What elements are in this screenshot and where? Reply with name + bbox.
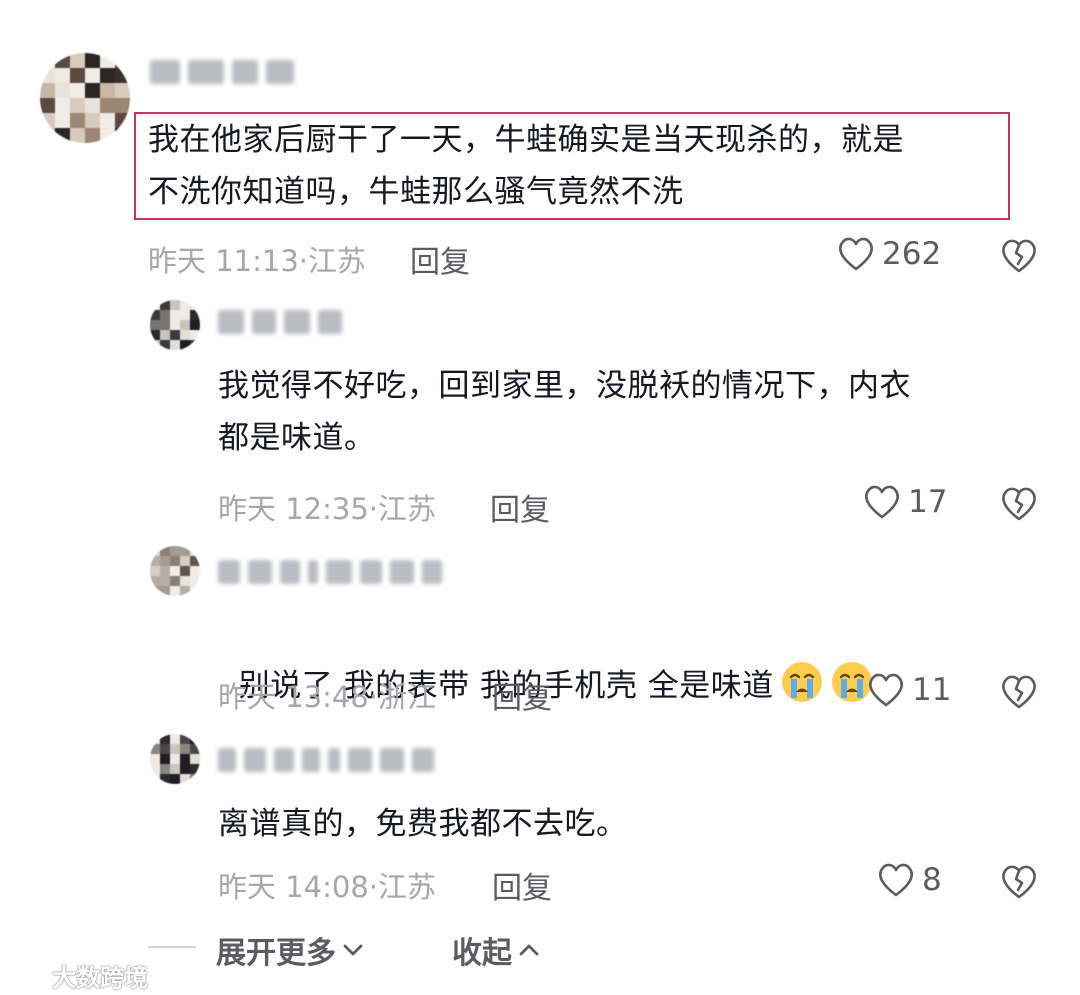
- comment-time-location: 昨天 12:35·江苏: [218, 492, 437, 526]
- watermark: 大数跨境: [8, 958, 148, 993]
- avatar[interactable]: [40, 53, 130, 143]
- avatar[interactable]: [150, 300, 200, 350]
- broken-heart-icon[interactable]: [1000, 238, 1038, 274]
- like-count: 8: [922, 862, 942, 898]
- collapse-button[interactable]: 收起: [452, 928, 540, 972]
- heart-outline-icon: [836, 236, 876, 272]
- like-count: 11: [912, 672, 952, 708]
- like-button[interactable]: 8: [876, 862, 942, 898]
- heart-outline-icon: [866, 672, 906, 708]
- heart-outline-icon: [862, 484, 902, 520]
- comment-text: 离谱真的，免费我都不去吃。: [218, 806, 628, 842]
- like-count: 17: [908, 484, 948, 520]
- collapse-label: 收起: [452, 936, 512, 971]
- like-button[interactable]: 11: [866, 672, 951, 708]
- crying-face-icon: [781, 662, 822, 702]
- username-blurred[interactable]: [218, 310, 342, 334]
- weibo-logo-icon: [8, 962, 48, 990]
- comment-time-location: 昨天 13:48·浙江: [218, 680, 437, 714]
- like-button[interactable]: 17: [862, 484, 947, 520]
- like-button[interactable]: 262: [836, 236, 941, 272]
- expand-more-label: 展开更多: [216, 936, 336, 971]
- broken-heart-icon[interactable]: [1000, 674, 1038, 710]
- like-count: 262: [882, 236, 942, 272]
- comment-text: 我觉得不好吃，回到家里，没脱袄的情况下，内衣 都是味道。: [218, 368, 911, 456]
- username-blurred[interactable]: [218, 748, 434, 772]
- chevron-up-icon: [518, 942, 540, 958]
- reply-button[interactable]: 回复: [490, 485, 550, 529]
- avatar[interactable]: [150, 734, 200, 784]
- username-blurred[interactable]: [150, 60, 294, 84]
- reply-button[interactable]: 回复: [492, 863, 552, 907]
- comment-text: 我在他家后厨干了一天，牛蛙确实是当天现杀的，就是 不洗你知道吗，牛蛙那么骚气竟然…: [148, 122, 904, 210]
- broken-heart-icon[interactable]: [1000, 864, 1038, 900]
- heart-outline-icon: [876, 862, 916, 898]
- divider: [148, 946, 196, 948]
- chevron-down-icon: [342, 942, 364, 958]
- broken-heart-icon[interactable]: [1000, 486, 1038, 522]
- comment-time-location: 昨天 11:13·江苏: [148, 244, 367, 278]
- expand-more-button[interactable]: 展开更多: [216, 928, 364, 972]
- reply-button[interactable]: 回复: [492, 673, 552, 717]
- watermark-text: 大数跨境: [52, 964, 148, 992]
- reply-button[interactable]: 回复: [410, 237, 470, 281]
- avatar[interactable]: [150, 546, 200, 596]
- comment-time-location: 昨天 14:08·江苏: [218, 870, 437, 904]
- username-blurred[interactable]: [218, 560, 442, 584]
